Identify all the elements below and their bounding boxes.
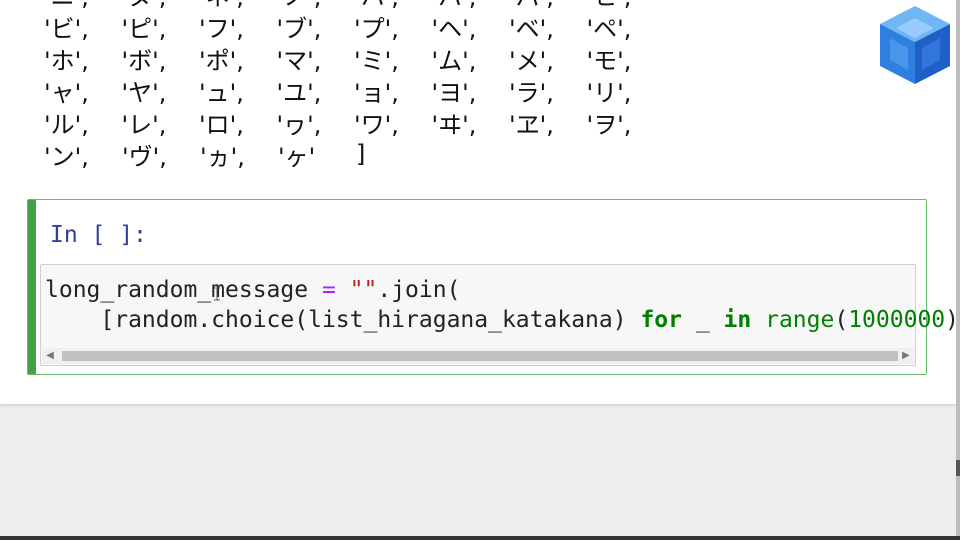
kana-token: 'メ', [509,46,554,75]
cube-logo-icon [880,6,950,84]
kana-token: 'モ', [586,46,632,75]
horizontal-scrollbar[interactable]: ◀ ▶ [42,348,914,364]
scroll-right-arrow-icon[interactable]: ▶ [898,348,914,364]
code-token: [random.choice(list_hiragana_katakana) [100,307,641,333]
kana-token: 'ヰ', [431,110,477,139]
code-editor[interactable]: long_random_message = "".join( [random.c… [40,264,960,366]
kana-token: 'ユ', [276,78,322,107]
scrollbar-thumb[interactable] [62,351,898,361]
kana-token: 'ヲ', [586,110,632,139]
kana-token: 'マ', [276,46,322,75]
output-line: 'ル', 'レ', 'ロ', 'ヮ', 'ワ', 'ヰ', 'ヱ', 'ヲ', [44,106,664,139]
output-line: 'ビ', 'ピ', 'フ', 'ブ', 'プ', 'ヘ', 'ベ', 'ペ', [44,10,664,43]
code-token: _ [681,307,724,333]
code-operator: = [321,277,336,303]
bottom-border [0,536,960,540]
kana-token: 'ヵ', [200,142,245,171]
kana-token: 'ボ', [121,46,167,75]
code-line-1: long_random_message = "".join( [45,277,460,303]
kana-token: 'ム', [431,46,477,75]
kana-token: 'ヶ' [278,142,316,171]
kana-token: 'ホ', [44,46,89,75]
scroll-left-arrow-icon[interactable]: ◀ [42,348,58,364]
kana-token: 'ワ', [354,110,399,139]
kana-token: 'ョ', [354,78,399,107]
code-token: long_random_message [45,277,322,303]
window-edge [956,0,960,540]
kana-token: 'レ', [121,110,167,139]
page-scrollbar-thumb[interactable] [956,460,960,476]
kana-token: 'ブ', [276,14,322,43]
kana-token: 'ヘ', [431,14,477,43]
output-line: 'ン', 'ヴ', 'ヵ', 'ヶ'] [44,138,664,171]
kana-token: 'ラ', [509,78,554,107]
code-cell[interactable]: In [ ]: long_random_message = "".join( [… [27,199,960,375]
ibeam-cursor-icon [214,287,220,301]
kana-token: 'リ', [586,78,632,107]
kana-token: 'ル', [44,110,89,139]
cell-selection-bar [28,200,36,374]
code-builtin: range [765,307,835,333]
kana-token: 'ペ', [586,14,632,43]
code-keyword: for [640,307,682,333]
code-token: ( [834,307,849,333]
kana-token: 'ピ', [121,14,167,43]
kana-token: 'ロ', [199,110,244,139]
code-line-2: [random.choice(list_hiragana_katakana) f… [45,307,960,334]
kana-token: 'ヱ', [509,110,554,139]
list-close-bracket: ] [356,140,366,168]
code-keyword: in [723,307,752,333]
kana-token: 'ビ', [44,14,89,43]
kana-token: 'ュ', [199,78,244,107]
code-string: "" [335,277,378,303]
kana-token: 'プ', [354,14,399,43]
kana-token: 'ポ', [199,46,244,75]
notebook-page: 'ニ','ヌ','ネ','ノ','ハ','バ','パ','ヒ','ビ','ピ',… [0,0,960,404]
kana-token: 'ン', [44,142,89,171]
code-token: .join( [377,277,461,303]
input-prompt: In [ ]: [50,222,147,248]
output-line: 'ホ', 'ボ', 'ポ', 'マ', 'ミ', 'ム', 'メ', 'モ', [44,42,664,75]
kana-token: 'ャ', [44,78,89,107]
kana-token: 'フ', [199,14,244,43]
kana-token: 'ヨ', [431,78,477,107]
kana-token: 'ヤ', [121,78,167,107]
kana-token: 'ヮ', [276,110,322,139]
kana-token: 'ベ', [509,14,554,43]
cell-output: 'ニ','ヌ','ネ','ノ','ハ','バ','パ','ヒ','ビ','ピ',… [44,0,664,171]
kana-token: 'ミ', [354,46,399,75]
output-line: 'ャ', 'ヤ', 'ュ', 'ユ', 'ョ', 'ヨ', 'ラ', 'リ', [44,74,664,107]
code-number: 1000000 [848,307,946,333]
kana-token: 'ヴ', [122,142,167,171]
